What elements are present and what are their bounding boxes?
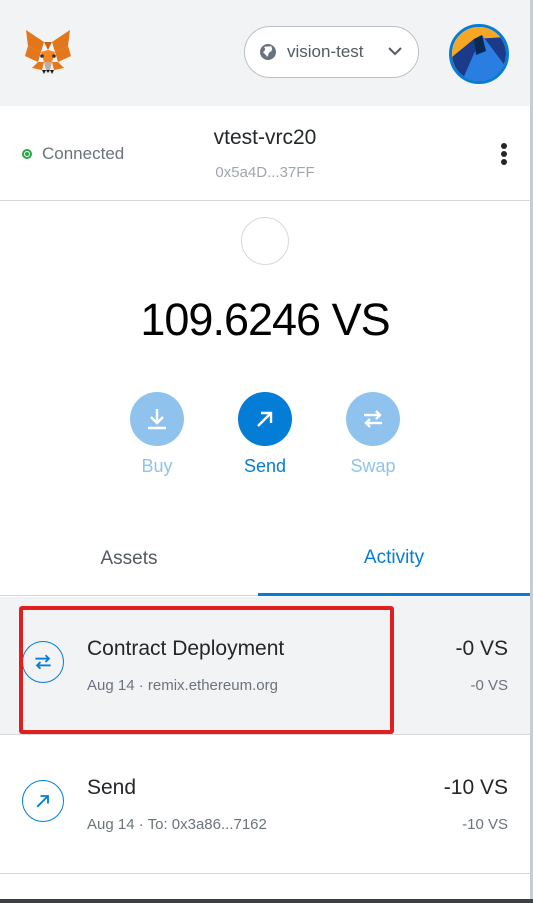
- jazzicon-icon: [452, 27, 506, 81]
- network-selector[interactable]: vision-test: [244, 26, 419, 78]
- arrow-up-right-icon: [257, 411, 273, 427]
- tab-activity[interactable]: Activity: [258, 522, 530, 596]
- account-address[interactable]: 0x5a4D...37FF: [0, 164, 530, 181]
- globe-icon: [260, 44, 276, 60]
- buy-button-label: Buy: [141, 456, 173, 476]
- account-name[interactable]: vtest-vrc20: [0, 126, 530, 150]
- transaction-amount: -0 VS: [455, 637, 508, 660]
- balance-amount: 109.6246 VS: [140, 294, 390, 345]
- wallet-popup: vision-test Connected vtest-vrc20 0x5a4D…: [0, 0, 530, 903]
- transaction-subtitle: Aug 14 · remix.ethereum.org: [87, 677, 278, 694]
- transaction-subtitle: Aug 14 · To: 0x3a86...7162: [87, 816, 267, 833]
- metamask-fox-icon[interactable]: [22, 26, 74, 78]
- swap-button-label: Swap: [350, 456, 396, 476]
- send-button[interactable]: Send: [220, 392, 310, 477]
- swap-button[interactable]: Swap: [328, 392, 418, 477]
- transaction-title: Contract Deployment: [87, 637, 285, 660]
- transaction-item[interactable]: Send Aug 14 · To: 0x3a86...7162 -10 VS -…: [0, 736, 530, 874]
- transaction-item[interactable]: Contract Deployment Aug 14 · remix.ether…: [0, 597, 530, 735]
- transaction-amount-secondary: -0 VS: [470, 677, 508, 694]
- network-name: vision-test: [287, 42, 364, 61]
- account-options-menu-icon[interactable]: [494, 140, 514, 168]
- transaction-amount-secondary: -10 VS: [462, 816, 508, 833]
- tab-assets[interactable]: Assets: [0, 522, 258, 596]
- arrow-up-right-icon: [22, 780, 64, 822]
- swap-arrows-icon: [364, 410, 382, 428]
- app-header: vision-test: [0, 0, 530, 106]
- transaction-title: Send: [87, 776, 137, 799]
- chevron-down-icon: [388, 47, 402, 56]
- window-bottom-edge: [0, 899, 533, 903]
- transaction-amount: -10 VS: [443, 776, 508, 799]
- account-bar: Connected vtest-vrc20 0x5a4D...37FF: [0, 106, 530, 201]
- send-button-label: Send: [243, 456, 287, 476]
- tab-bar: Assets Activity: [0, 522, 530, 596]
- account-avatar[interactable]: [449, 24, 509, 84]
- swap-arrows-icon: [22, 641, 64, 683]
- buy-button[interactable]: Buy: [112, 392, 202, 477]
- download-icon: [148, 409, 166, 430]
- token-icon: [241, 217, 289, 265]
- connected-dot-icon: [22, 149, 32, 159]
